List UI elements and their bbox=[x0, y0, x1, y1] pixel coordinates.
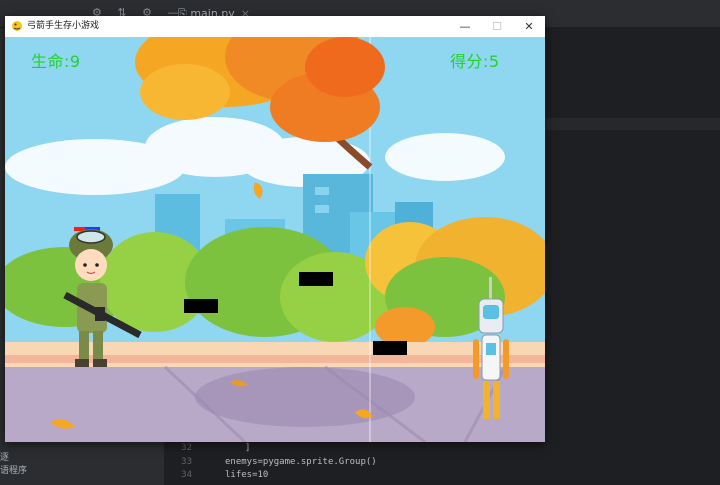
line-number: 33 bbox=[181, 457, 192, 467]
editor-highlight bbox=[545, 118, 720, 130]
window-title: 弓箭手生存小游戏 bbox=[27, 21, 100, 31]
tree-shadow bbox=[195, 367, 415, 427]
maximize-button[interactable]: ☐ bbox=[481, 16, 513, 37]
code-line[interactable]: 32 ] bbox=[165, 443, 720, 457]
code-text: ] bbox=[245, 443, 251, 453]
code-text: lifes=10 bbox=[225, 470, 269, 480]
minimize-button[interactable]: — bbox=[449, 16, 481, 37]
enemy-block bbox=[299, 272, 333, 286]
close-button[interactable]: ✕ bbox=[513, 16, 545, 37]
lives-counter: 生命:9 bbox=[31, 52, 81, 71]
enemy-block bbox=[373, 341, 407, 355]
window-titlebar[interactable]: 弓箭手生存小游戏 — ☐ ✕ bbox=[5, 16, 545, 37]
code-line[interactable]: 34 lifes=10 bbox=[165, 470, 720, 484]
line-number: 34 bbox=[181, 470, 192, 480]
enemy-block bbox=[184, 299, 218, 313]
score-counter: 得分:5 bbox=[450, 52, 500, 71]
game-canvas[interactable]: 生命:9 得分:5 bbox=[5, 37, 545, 442]
game-scene bbox=[5, 37, 545, 442]
project-tree-item[interactable]: 逐 bbox=[0, 450, 9, 463]
line-number: 32 bbox=[181, 443, 192, 453]
code-text: enemys=pygame.sprite.Group() bbox=[225, 457, 377, 467]
game-window: 弓箭手生存小游戏 — ☐ ✕ 生命:9 得分:5 bbox=[5, 16, 545, 442]
code-line[interactable]: 33 enemys=pygame.sprite.Group() bbox=[165, 457, 720, 471]
project-tree-item[interactable]: 语程序 bbox=[0, 463, 27, 476]
pygame-snake-icon bbox=[12, 21, 22, 31]
